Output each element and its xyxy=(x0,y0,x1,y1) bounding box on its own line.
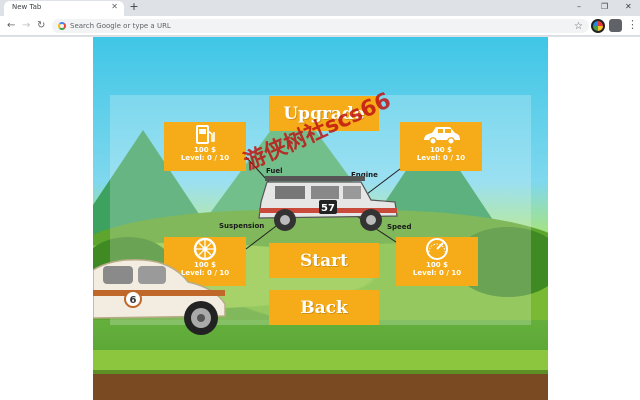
forward-button[interactable]: → xyxy=(22,20,30,32)
extensions-puzzle-icon[interactable] xyxy=(609,19,622,32)
address-bar-placeholder: Search Google or type a URL xyxy=(70,22,171,30)
new-tab-button[interactable]: + xyxy=(128,1,140,14)
close-window-button[interactable]: ✕ xyxy=(625,2,632,11)
tab-close-icon[interactable]: ✕ xyxy=(111,2,118,11)
extension-game-icon[interactable] xyxy=(591,19,605,33)
page-content: Upgrade 100 $ Level: 0 / 10 100 $ Level:… xyxy=(0,37,640,400)
reload-button[interactable]: ↻ xyxy=(37,20,45,32)
parked-car: 6 xyxy=(93,258,226,335)
browser-toolbar: ← → ↻ Search Google or type a URL ☆ ⋮ xyxy=(0,16,640,36)
bookmark-star-icon[interactable]: ☆ xyxy=(574,21,583,33)
browser-menu-icon[interactable]: ⋮ xyxy=(627,19,638,31)
google-icon xyxy=(58,22,66,30)
car-number: 57 xyxy=(321,203,335,214)
restore-button[interactable]: ❐ xyxy=(601,2,608,11)
tab-new-tab[interactable]: New Tab ✕ xyxy=(4,1,124,16)
address-bar[interactable]: Search Google or type a URL ☆ xyxy=(52,19,589,33)
player-car: 57 xyxy=(258,176,398,231)
minimize-button[interactable]: – xyxy=(577,2,581,11)
tab-title: New Tab xyxy=(12,3,42,11)
parked-car-number: 6 xyxy=(130,295,137,306)
tab-strip: New Tab ✕ + – ❐ ✕ xyxy=(0,0,640,16)
back-button[interactable]: ← xyxy=(7,20,15,32)
game-canvas[interactable]: Upgrade 100 $ Level: 0 / 10 100 $ Level:… xyxy=(93,37,548,400)
